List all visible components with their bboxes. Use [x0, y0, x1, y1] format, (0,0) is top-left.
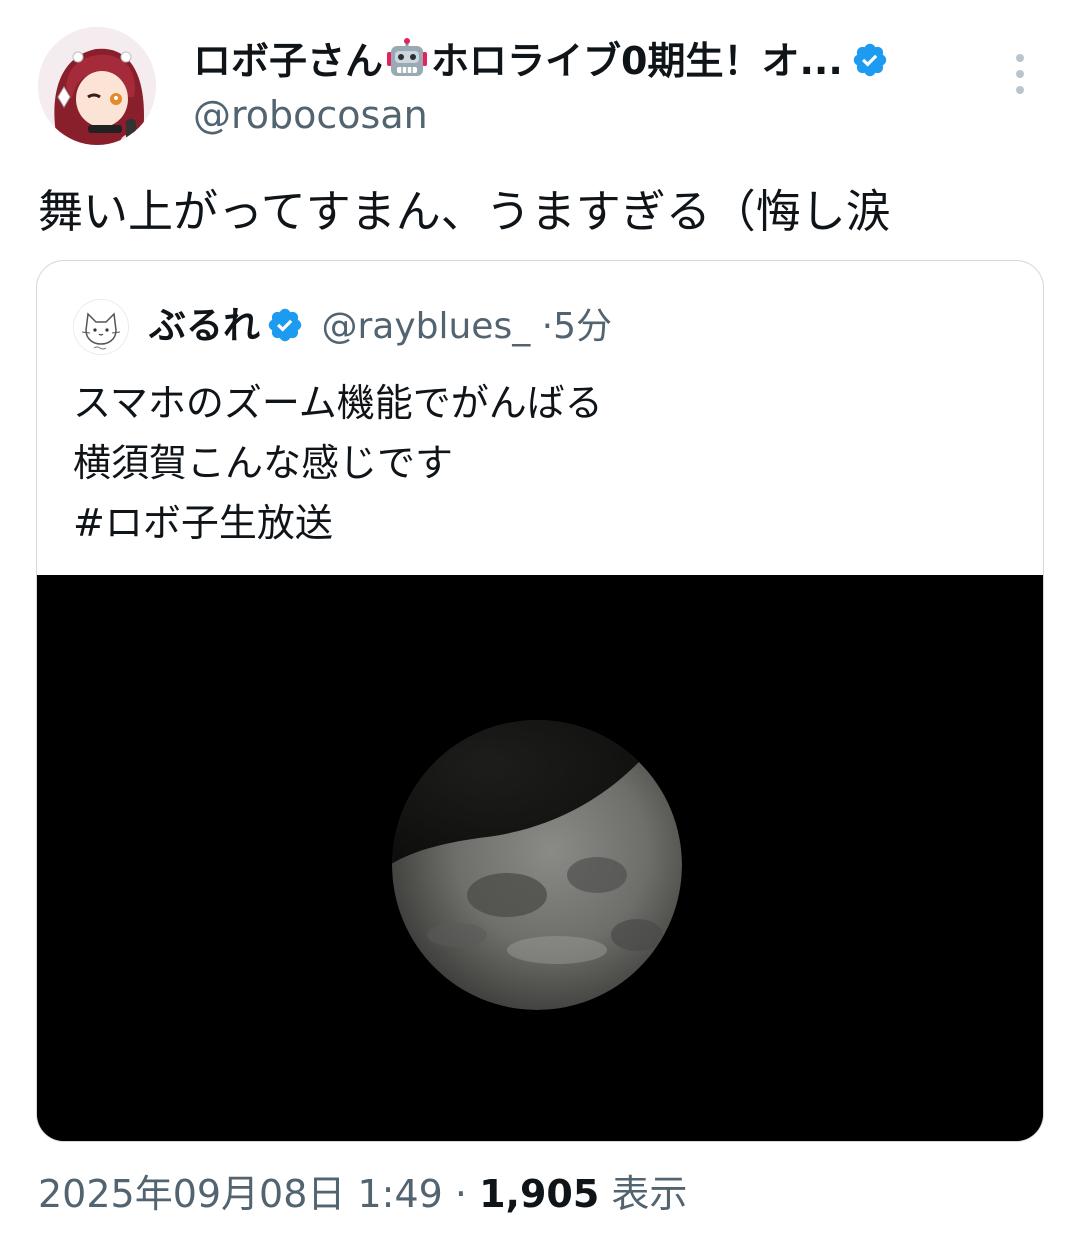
verified-badge-icon[interactable] [851, 41, 889, 91]
footer-separator: · [454, 1172, 468, 1216]
robot-emoji-icon [385, 38, 429, 92]
tweet-footer: 2025年09月08日 1:49 · 1,905 表示 [38, 1168, 687, 1220]
quote-separator: · [541, 306, 554, 347]
quote-verified-badge-icon[interactable] [266, 306, 304, 360]
display-name-prefix: ロボ子さん [193, 39, 384, 83]
cat-avatar-illustration [74, 300, 128, 354]
views-label[interactable]: 表示 [611, 1172, 687, 1216]
quote-timestamp[interactable]: 5分 [553, 306, 612, 347]
quote-author-avatar[interactable] [73, 299, 129, 355]
author-avatar[interactable] [38, 27, 156, 145]
author-display-name[interactable]: ロボ子さん ホロライブ0期生！オ... [193, 36, 889, 92]
moon-photo-illustration [37, 575, 1043, 1141]
views-count[interactable]: 1,905 [479, 1172, 599, 1216]
author-handle[interactable]: @robocosan [193, 90, 428, 140]
display-name-suffix: ホロライブ0期生！オ... [431, 39, 843, 83]
quote-header: ぶるれ @rayblues_ ·5分 [149, 299, 612, 353]
quote-text-line: 横須賀こんな感じです [73, 441, 454, 485]
tweet-text: 舞い上がってすまん、うますぎる（悔し涙 [38, 185, 891, 238]
quote-hashtag[interactable]: #ロボ子生放送 [73, 493, 603, 553]
more-options-icon[interactable] [1010, 52, 1030, 96]
quote-author-name[interactable]: ぶるれ [149, 304, 260, 347]
quote-text-line: スマホのズーム機能でがんばる [73, 381, 603, 425]
quote-text: スマホのズーム機能でがんばる 横須賀こんな感じです #ロボ子生放送 [73, 373, 603, 553]
quote-author-handle[interactable]: @rayblues_ [321, 306, 530, 347]
quoted-tweet-card[interactable]: ぶるれ @rayblues_ ·5分 スマホのズーム機能でがんばる 横須賀こんな… [36, 260, 1044, 1142]
avatar-illustration [38, 27, 156, 145]
moon-image[interactable] [37, 575, 1043, 1141]
tweet-datetime[interactable]: 2025年09月08日 1:49 [38, 1172, 443, 1216]
